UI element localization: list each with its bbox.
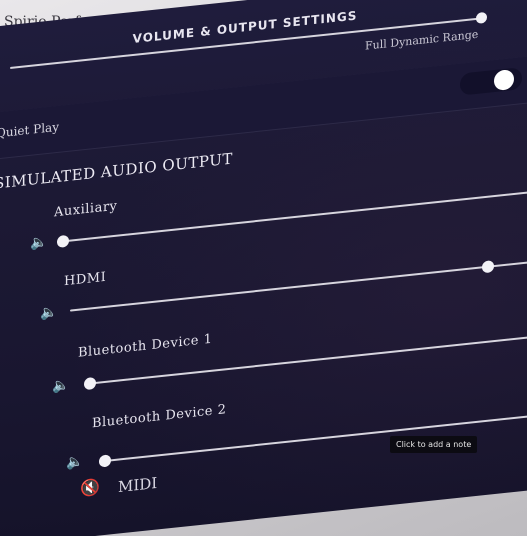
tablet-screen-viewport: VOLUME & OUTPUT SETTINGS Full Dynamic Ra… [0,0,527,536]
speaker-icon[interactable]: 🔈 [52,377,69,395]
midi-row: 🔇 MIDI [80,474,157,498]
speaker-icon[interactable]: 🔈 [66,453,83,471]
volume-output-title: VOLUME & OUTPUT SETTINGS [132,8,358,47]
master-volume-slider-thumb[interactable] [476,11,487,24]
dynamic-range-label: Full Dynamic Range [365,27,479,53]
add-note-tooltip[interactable]: Click to add a note [390,436,478,453]
speaker-icon[interactable]: 🔈 [30,234,47,252]
quiet-play-toggle[interactable] [460,67,522,96]
settings-panel: VOLUME & OUTPUT SETTINGS Full Dynamic Ra… [0,0,527,536]
quiet-play-label: Quiet Play [0,119,59,141]
toggle-knob [494,68,514,92]
speaker-muted-icon[interactable]: 🔇 [80,477,100,498]
speaker-icon[interactable]: 🔈 [40,304,57,322]
